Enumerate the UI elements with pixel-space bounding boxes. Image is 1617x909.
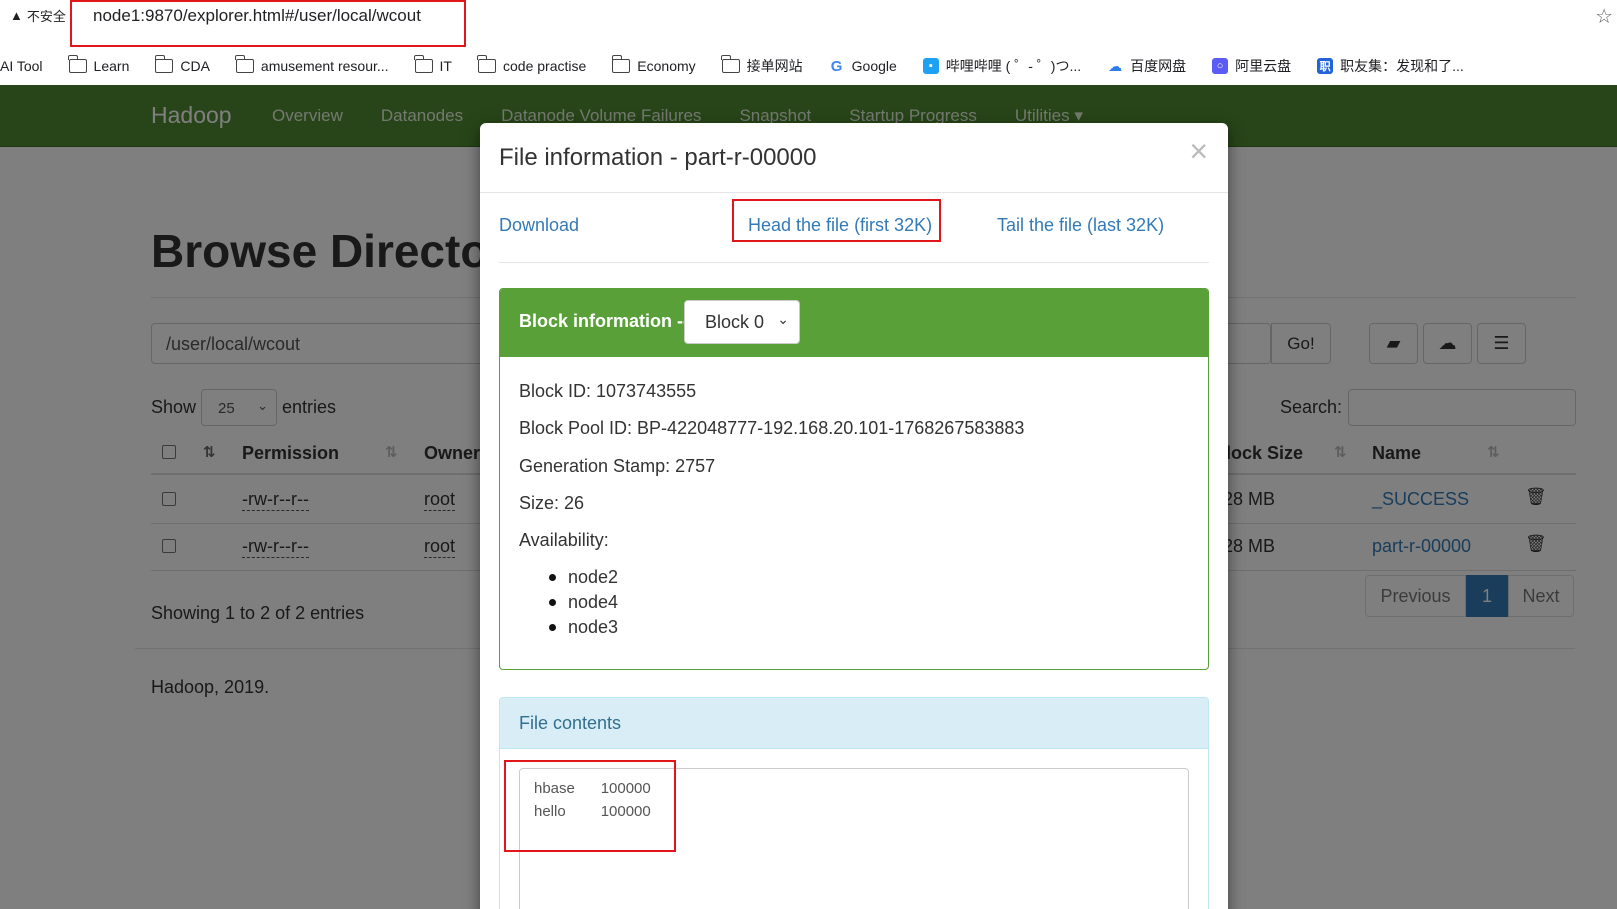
baidu-netdisk-icon: ☁ [1108,57,1123,74]
warning-icon: ▲ [10,8,23,23]
tail-file-link[interactable]: Tail the file (last 32K) [997,215,1164,236]
contents-highlight-box [504,760,676,852]
bookmark-cda[interactable]: CDA [154,55,210,74]
folder-icon [154,55,174,73]
aliyun-drive-icon: ○ [1212,58,1229,74]
modal-header: File information - part-r-00000 × [480,123,1228,193]
bookmark-bilibili[interactable]: ▪ 哔哩哔哩 ( ゜- ゜)つ... [922,56,1081,76]
divider [499,262,1209,263]
file-info-modal: File information - part-r-00000 × Downlo… [480,123,1228,909]
bookmark-jobui[interactable]: 职职友集：发现和了... [1317,56,1464,76]
bookmark-economy[interactable]: Economy [611,55,696,74]
block-id: Block ID: 1073743555 [519,381,697,401]
folder-icon [721,55,740,73]
close-icon[interactable]: × [1189,135,1208,167]
jobui-icon: 职 [1317,58,1334,74]
block-info-header: Block information -- Block 0 ⌄ [500,289,1208,357]
file-contents-header: File contents [500,698,1208,749]
bookmark-order-sites[interactable]: 接单网站 [721,55,803,76]
availability-node: node2 [548,567,619,587]
bookmark-amusement[interactable]: amusement resour... [235,55,389,74]
folder-icon [611,55,631,73]
download-link[interactable]: Download [499,215,579,236]
bookmarks-bar: AI Tool Learn CDA amusement resour... IT… [0,47,1617,85]
bookmark-learn[interactable]: Learn [67,55,129,74]
block-select[interactable]: Block 0 ⌄ [684,300,800,344]
block-info-panel: Block information -- Block 0 ⌄ Block ID:… [499,288,1209,670]
bookmark-it[interactable]: IT [413,55,452,74]
security-indicator[interactable]: ▲ 不安全 [10,6,66,25]
folder-icon [235,55,254,73]
modal-title: File information - part-r-00000 [499,144,817,171]
address-bar: ▲ 不安全 node1:9870/explorer.html#/user/loc… [0,0,1617,47]
bookmark-star-icon[interactable]: ☆ [1595,4,1613,29]
google-icon: G [830,57,843,75]
file-size: Size: 26 [519,493,585,513]
bookmark-ai-tool[interactable]: AI Tool [0,58,43,74]
generation-stamp: Generation Stamp: 2757 [519,456,716,476]
bookmark-baidu-netdisk[interactable]: ☁ 百度网盘 [1107,56,1186,76]
security-label: 不安全 [26,9,66,24]
bookmark-aliyun-drive[interactable]: ○ 阿里云盘 [1212,56,1291,76]
bookmark-code-practise[interactable]: code practise [477,55,586,74]
chevron-down-icon: ⌄ [777,311,789,327]
bilibili-icon: ▪ [922,58,939,74]
url-highlight-box [70,0,466,47]
block-info-label: Block information -- [519,311,689,331]
block-pool-id: Block Pool ID: BP-422048777-192.168.20.1… [519,418,1025,438]
folder-icon [413,55,433,73]
availability-node: node3 [548,617,619,637]
head-link-highlight-box [732,199,941,242]
file-contents-title: File contents [519,713,622,733]
bookmark-google[interactable]: G Google [829,57,897,75]
availability-node: node4 [548,592,619,612]
folder-icon [67,55,87,73]
folder-icon [477,55,496,73]
availability-label: Availability: [519,530,609,550]
